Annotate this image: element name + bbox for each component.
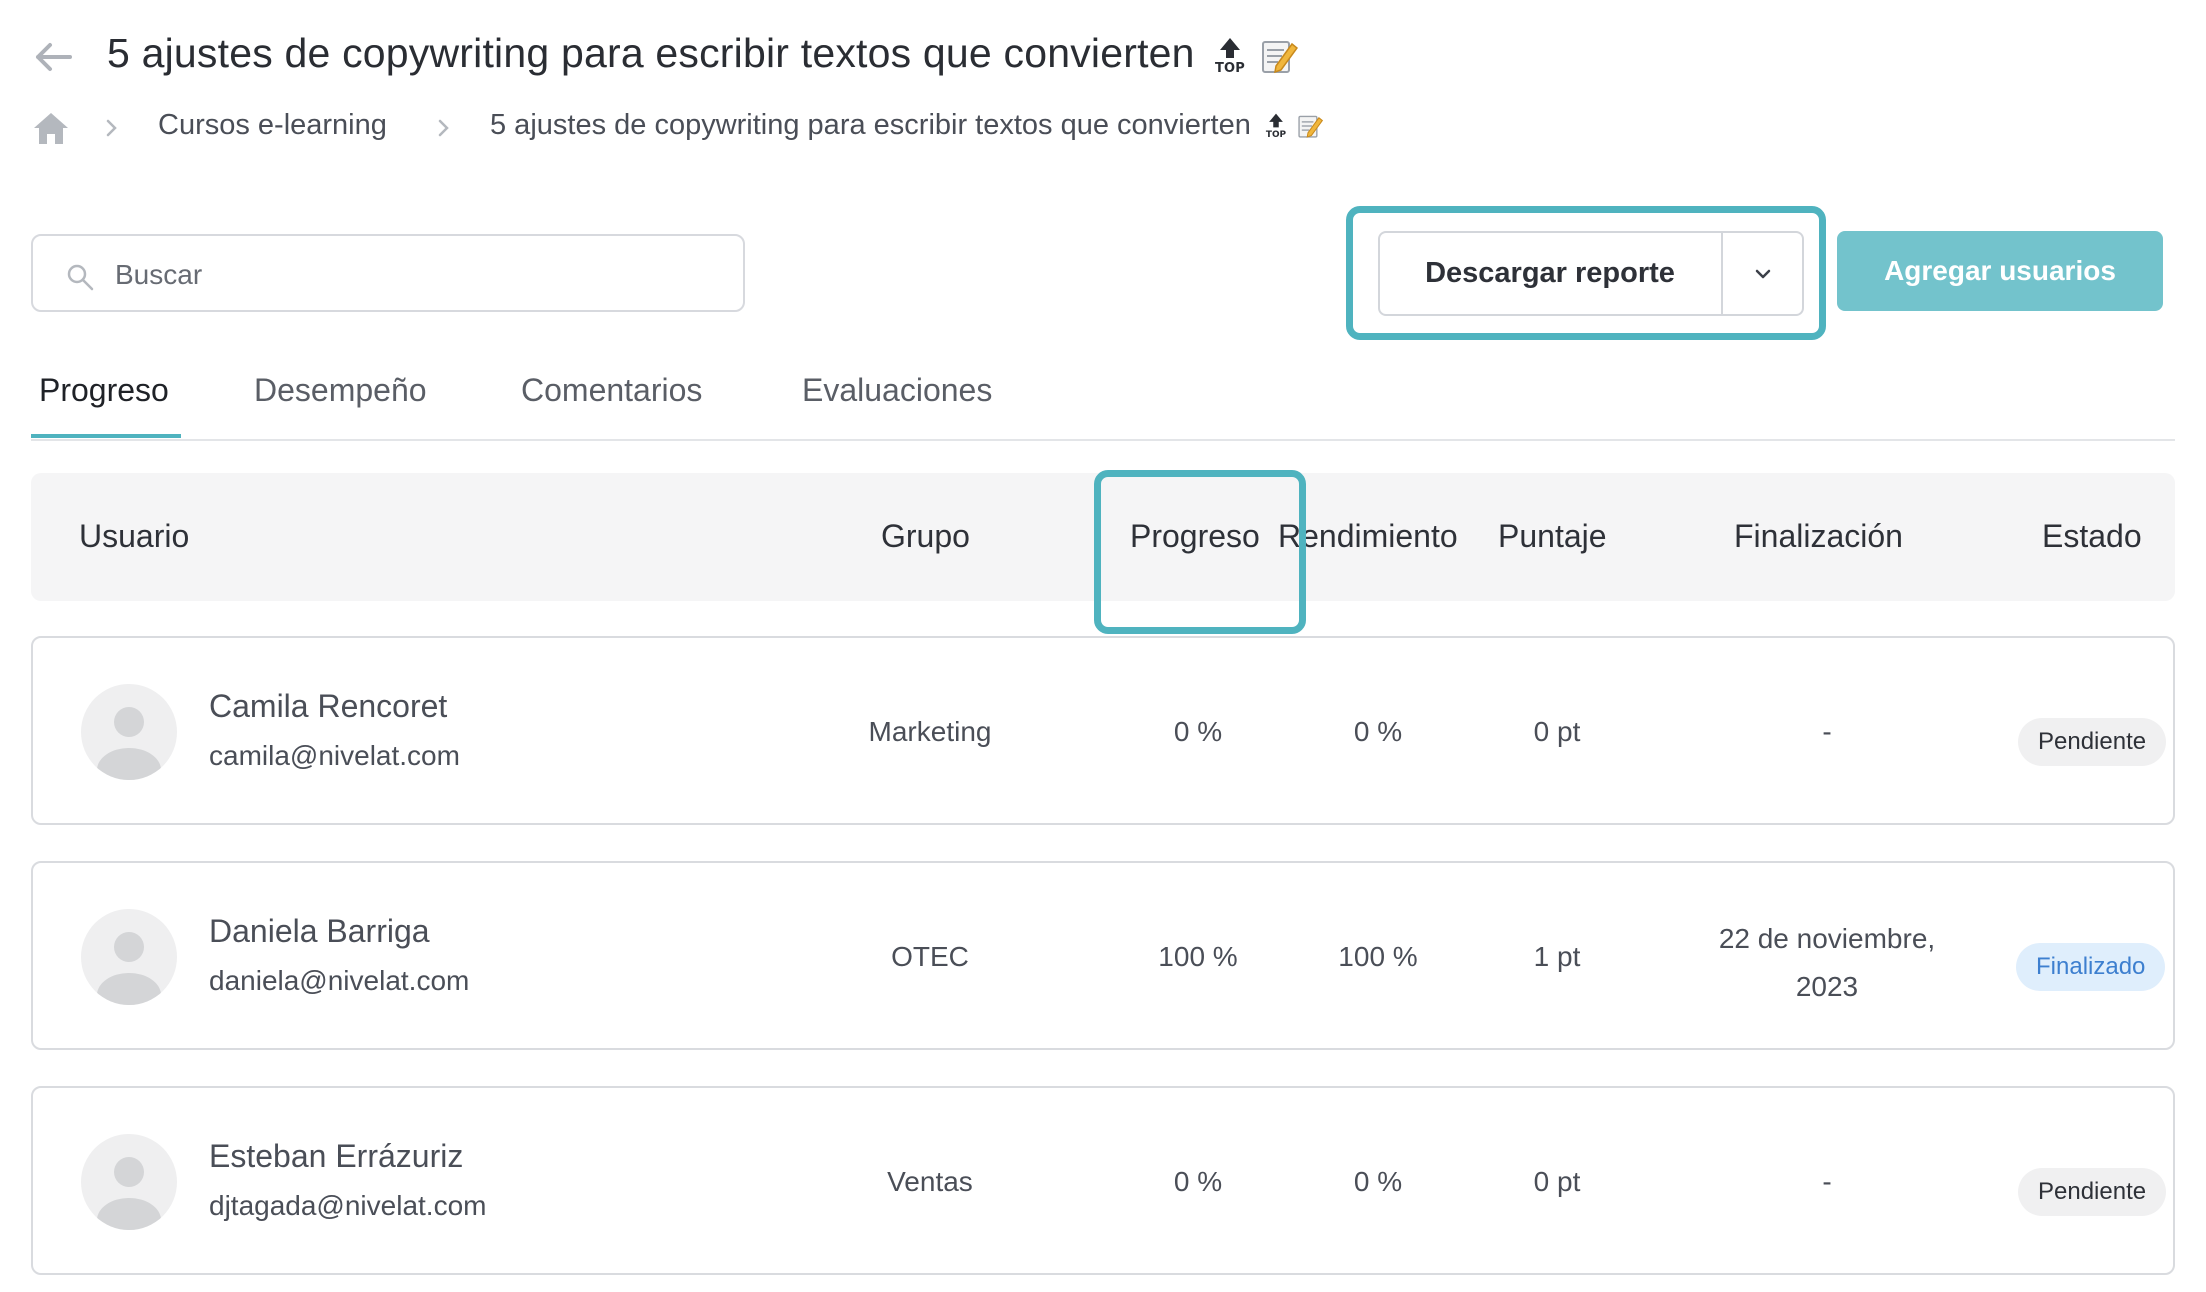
memo-emoji-icon bbox=[1297, 112, 1323, 140]
user-email: djtagada@nivelat.com bbox=[209, 1190, 487, 1221]
column-header-finalizacion[interactable]: Finalización bbox=[1734, 518, 1903, 555]
tab-desempeno[interactable]: Desempeño bbox=[254, 372, 427, 409]
status-badge: Pendiente bbox=[2018, 1168, 2167, 1216]
breadcrumb-item-courses[interactable]: Cursos e-learning bbox=[158, 109, 387, 142]
add-users-button[interactable]: Agregar usuarios bbox=[1837, 231, 2163, 311]
svg-text:TOP: TOP bbox=[1266, 130, 1287, 140]
progress-cell: 0 % bbox=[1173, 1166, 1223, 1197]
score-cell: 0 pt bbox=[1533, 1166, 1581, 1197]
svg-text:TOP: TOP bbox=[1215, 61, 1245, 76]
group-cell: OTEC bbox=[891, 941, 969, 972]
status-badge: Finalizado bbox=[2016, 943, 2166, 991]
progress-cell: 0 % bbox=[1173, 716, 1223, 747]
breadcrumb-item-current: 5 ajustes de copywriting para escribir t… bbox=[490, 109, 1323, 142]
search-input[interactable] bbox=[113, 250, 717, 300]
tab-comentarios[interactable]: Comentarios bbox=[521, 372, 702, 409]
search-box[interactable] bbox=[31, 234, 745, 312]
completion-cell: - bbox=[1822, 716, 1832, 747]
active-tab-indicator bbox=[31, 434, 181, 438]
tab-progreso[interactable]: Progreso bbox=[39, 372, 169, 409]
download-options-toggle[interactable] bbox=[1723, 233, 1802, 314]
completion-year-line: 2023 bbox=[1795, 971, 1859, 1002]
tabs-divider bbox=[31, 439, 2175, 441]
completion-cell: - bbox=[1822, 1166, 1832, 1197]
column-header-estado[interactable]: Estado bbox=[2042, 518, 2142, 555]
score-cell: 1 pt bbox=[1533, 941, 1581, 972]
search-icon bbox=[65, 262, 95, 292]
column-header-grupo[interactable]: Grupo bbox=[881, 518, 970, 555]
score-cell: 0 pt bbox=[1533, 716, 1581, 747]
progress-cell: 100 % bbox=[1158, 941, 1238, 972]
user-email: camila@nivelat.com bbox=[209, 740, 460, 771]
chevron-right-icon bbox=[434, 113, 454, 143]
completion-date-line: 22 de noviembre, bbox=[1718, 923, 1936, 954]
column-header-puntaje[interactable]: Puntaje bbox=[1498, 518, 1607, 555]
top-arrow-emoji-icon: TOP bbox=[1214, 36, 1246, 76]
user-name: Daniela Barriga bbox=[209, 913, 430, 949]
user-email: daniela@nivelat.com bbox=[209, 965, 470, 996]
chevron-right-icon bbox=[102, 113, 122, 143]
home-icon[interactable] bbox=[32, 110, 70, 146]
status-badge: Pendiente bbox=[2018, 718, 2167, 766]
performance-cell: 0 % bbox=[1353, 716, 1403, 747]
user-avatar-icon bbox=[81, 684, 177, 780]
table-row[interactable]: Camila Rencoret camila@nivelat.com Marke… bbox=[31, 636, 2175, 825]
chevron-down-icon bbox=[1755, 269, 1770, 278]
memo-emoji-icon bbox=[1260, 36, 1298, 76]
top-arrow-emoji-icon: TOP bbox=[1265, 111, 1287, 141]
back-arrow-icon[interactable] bbox=[30, 34, 76, 80]
table-row[interactable]: Daniela Barriga daniela@nivelat.com OTEC… bbox=[31, 861, 2175, 1050]
user-avatar-icon bbox=[81, 909, 177, 1005]
page-title: 5 ajustes de copywriting para escribir t… bbox=[107, 30, 1298, 77]
group-cell: Ventas bbox=[887, 1166, 973, 1197]
progress-column-highlight-frame bbox=[1094, 470, 1306, 634]
group-cell: Marketing bbox=[868, 716, 992, 747]
download-report-split-button: Descargar reporte bbox=[1378, 231, 1804, 316]
user-name: Camila Rencoret bbox=[209, 688, 448, 724]
performance-cell: 100 % bbox=[1338, 941, 1418, 972]
download-report-button[interactable]: Descargar reporte bbox=[1380, 233, 1720, 314]
performance-cell: 0 % bbox=[1353, 1166, 1403, 1197]
user-name: Esteban Errázuriz bbox=[209, 1138, 464, 1174]
table-row[interactable]: Esteban Errázuriz djtagada@nivelat.com V… bbox=[31, 1086, 2175, 1275]
user-avatar-icon bbox=[81, 1134, 177, 1230]
tab-evaluaciones[interactable]: Evaluaciones bbox=[802, 372, 992, 409]
completion-cell: 22 de noviembre, 2023 bbox=[1677, 915, 1977, 1011]
column-header-usuario[interactable]: Usuario bbox=[79, 518, 189, 555]
